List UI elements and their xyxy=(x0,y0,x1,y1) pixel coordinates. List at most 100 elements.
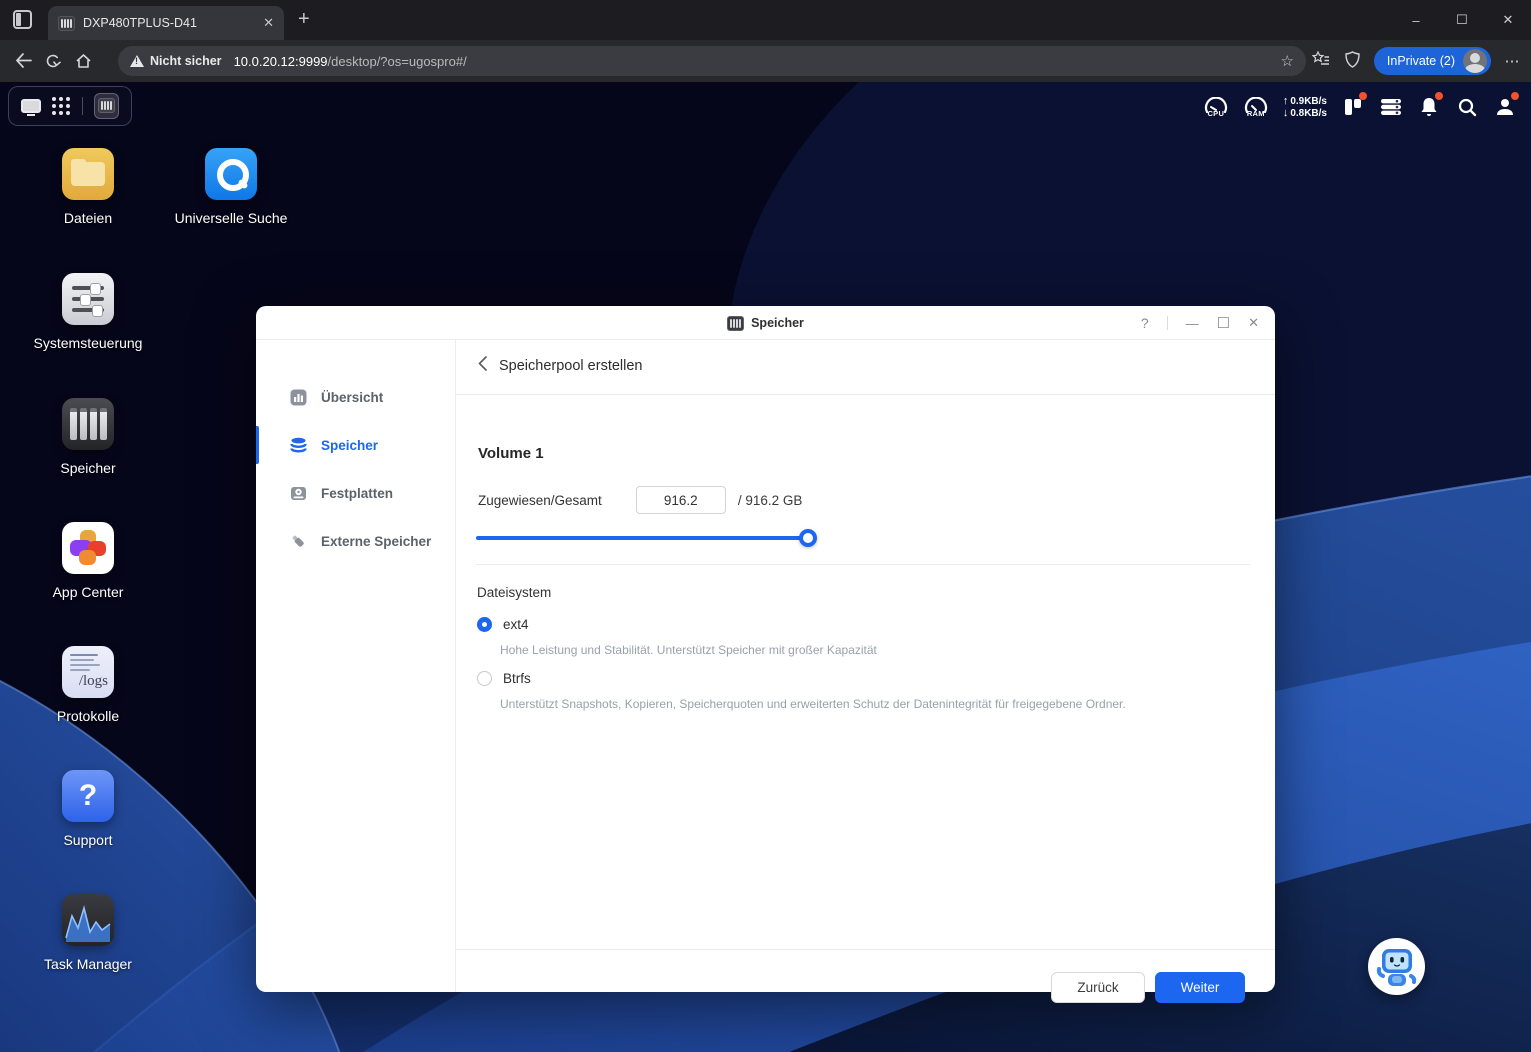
app-launcher-icon[interactable] xyxy=(52,97,71,115)
usb-stick-icon xyxy=(290,533,307,550)
notifications-badge xyxy=(1435,92,1443,100)
task-queue-icon[interactable] xyxy=(1379,95,1403,119)
browser-toolbar: Nicht sicher 10.0.20.12:9999/desktop/?os… xyxy=(0,40,1531,82)
window-minimize-button[interactable]: – xyxy=(1393,13,1439,28)
inprivate-badge[interactable]: InPrivate (2) xyxy=(1373,47,1491,75)
header-divider xyxy=(456,394,1275,395)
capacity-slider[interactable] xyxy=(476,529,817,547)
ext4-description: Hohe Leistung und Stabilität. Unterstütz… xyxy=(500,643,877,657)
upload-arrow-icon: ↑ xyxy=(1282,94,1289,107)
window-close-button[interactable]: ✕ xyxy=(1485,12,1531,28)
breadcrumb[interactable]: Speicherpool erstellen xyxy=(478,356,642,376)
notifications-bell-icon[interactable] xyxy=(1417,92,1443,119)
tab-favicon-nas-icon xyxy=(58,15,75,31)
storage-icon xyxy=(62,398,114,450)
section-divider xyxy=(476,564,1250,565)
desktop-taskbar: CPU RAM ↑ 0.9KB/s ↓ 0.8KB/s xyxy=(0,84,1531,128)
sidebar-item-externe-speicher[interactable]: Externe Speicher xyxy=(256,517,456,565)
dialog-controls-divider xyxy=(1166,316,1168,330)
search-icon[interactable] xyxy=(1455,95,1479,119)
browser-tab[interactable]: DXP480TPLUS-D41 ✕ xyxy=(48,6,284,40)
security-warning[interactable]: Nicht sicher xyxy=(130,54,234,68)
taskbar-tray: CPU RAM ↑ 0.9KB/s ↓ 0.8KB/s xyxy=(1203,88,1519,126)
desktop-icon-protokolle[interactable]: /logs Protokolle xyxy=(33,646,143,724)
widgets-badge xyxy=(1359,92,1367,100)
radio-ext4[interactable]: ext4 xyxy=(477,617,529,632)
desktop-icon-universelle-suche[interactable]: Universelle Suche xyxy=(175,148,287,226)
url-text[interactable]: 10.0.20.12:9999/desktop/?os=ugospro#/ xyxy=(234,54,467,69)
window-maximize-button[interactable]: ☐ xyxy=(1439,12,1485,28)
overview-icon xyxy=(290,389,307,406)
dock-divider xyxy=(81,97,83,115)
support-icon: ? xyxy=(62,770,114,822)
back-chevron-icon[interactable] xyxy=(478,356,487,376)
collections-icon[interactable] xyxy=(1310,50,1332,71)
allocated-input[interactable] xyxy=(635,486,726,514)
radio-selected-icon[interactable] xyxy=(477,617,492,632)
desktop-icon-app-center[interactable]: App Center xyxy=(33,522,143,600)
files-icon xyxy=(62,148,114,200)
app-center-icon xyxy=(62,522,114,574)
sidebar-item-uebersicht[interactable]: Übersicht xyxy=(256,373,456,421)
favorite-star-icon[interactable]: ☆ xyxy=(1281,52,1294,70)
network-speed[interactable]: ↑ 0.9KB/s ↓ 0.8KB/s xyxy=(1282,94,1327,119)
dialog-close-button[interactable]: ✕ xyxy=(1248,315,1259,331)
desktop-icon-dateien[interactable]: Dateien xyxy=(33,148,143,226)
shield-icon[interactable] xyxy=(1342,50,1364,72)
sidebar-item-festplatten[interactable]: Festplatten xyxy=(256,469,456,517)
assistant-mascot-icon[interactable] xyxy=(1368,938,1425,995)
slider-thumb[interactable] xyxy=(799,529,817,547)
allocated-row: Zugewiesen/Gesamt / 916.2 GB xyxy=(478,486,802,514)
user-icon[interactable] xyxy=(1493,92,1519,119)
btrfs-label: Btrfs xyxy=(503,671,531,686)
breadcrumb-label: Speicherpool erstellen xyxy=(499,358,643,374)
desktop-icon-speicher[interactable]: Speicher xyxy=(33,398,143,476)
task-manager-icon xyxy=(62,894,114,946)
dialog-app-icon xyxy=(727,315,745,331)
radio-unselected-icon[interactable] xyxy=(477,671,492,686)
desktop-icon-task-manager[interactable]: Task Manager xyxy=(33,894,143,972)
tab-close-icon[interactable]: ✕ xyxy=(263,15,274,31)
widgets-icon[interactable] xyxy=(1341,92,1367,119)
toolbar-right: InPrivate (2) ⋯ xyxy=(1310,46,1523,76)
browser-tabstrip: DXP480TPLUS-D41 ✕ + – ☐ ✕ xyxy=(0,0,1531,40)
back-button[interactable]: Zurück xyxy=(1051,972,1145,1003)
logs-icon: /logs xyxy=(62,646,114,698)
sidebar-item-speicher[interactable]: Speicher xyxy=(256,421,456,469)
screen: DXP480TPLUS-D41 ✕ + – ☐ ✕ Nicht sicher 1… xyxy=(0,0,1531,1052)
new-tab-button[interactable]: + xyxy=(298,8,310,31)
speicher-dialog: Speicher ? — ☐ ✕ Übersicht Speicher Fest… xyxy=(256,306,1275,1003)
dialog-controls: ? — ☐ ✕ xyxy=(1141,306,1259,340)
dialog-maximize-button[interactable]: ☐ xyxy=(1217,314,1230,332)
back-icon[interactable] xyxy=(8,52,38,70)
show-desktop-icon[interactable] xyxy=(20,99,41,116)
ram-gauge[interactable]: RAM xyxy=(1243,96,1269,118)
taskbar-dock xyxy=(8,86,132,126)
tab-title: DXP480TPLUS-D41 xyxy=(83,16,197,30)
dialog-minimize-button[interactable]: — xyxy=(1186,316,1199,331)
browser-menu-icon[interactable]: ⋯ xyxy=(1501,52,1523,70)
nas-desktop: CPU RAM ↑ 0.9KB/s ↓ 0.8KB/s Dateien Univ… xyxy=(0,82,1531,1052)
volume-title: Volume 1 xyxy=(478,445,544,462)
profile-avatar[interactable] xyxy=(1463,49,1487,73)
taskbar-speicher-app-icon[interactable] xyxy=(94,93,120,119)
refresh-icon[interactable] xyxy=(38,52,68,70)
dialog-title: Speicher xyxy=(256,306,1275,340)
download-arrow-icon: ↓ xyxy=(1282,106,1289,119)
universal-search-icon xyxy=(205,148,257,200)
browser-window-controls: – ☐ ✕ xyxy=(1393,0,1531,40)
dialog-help-icon[interactable]: ? xyxy=(1141,315,1149,331)
home-icon[interactable] xyxy=(68,52,98,70)
desktop-icon-support[interactable]: ? Support xyxy=(33,770,143,848)
cpu-gauge[interactable]: CPU xyxy=(1203,96,1229,118)
next-button[interactable]: Weiter xyxy=(1155,972,1245,1003)
dialog-titlebar[interactable]: Speicher ? — ☐ ✕ xyxy=(256,306,1275,340)
btrfs-description: Unterstützt Snapshots, Kopieren, Speiche… xyxy=(500,697,1126,711)
slider-track[interactable] xyxy=(476,536,808,540)
tab-workspaces-icon[interactable] xyxy=(13,10,32,29)
warning-icon xyxy=(130,55,144,67)
radio-btrfs[interactable]: Btrfs xyxy=(477,671,531,686)
hdd-icon xyxy=(290,485,307,502)
desktop-icon-systemsteuerung[interactable]: Systemsteuerung xyxy=(33,273,143,351)
address-bar[interactable]: Nicht sicher 10.0.20.12:9999/desktop/?os… xyxy=(118,46,1306,76)
